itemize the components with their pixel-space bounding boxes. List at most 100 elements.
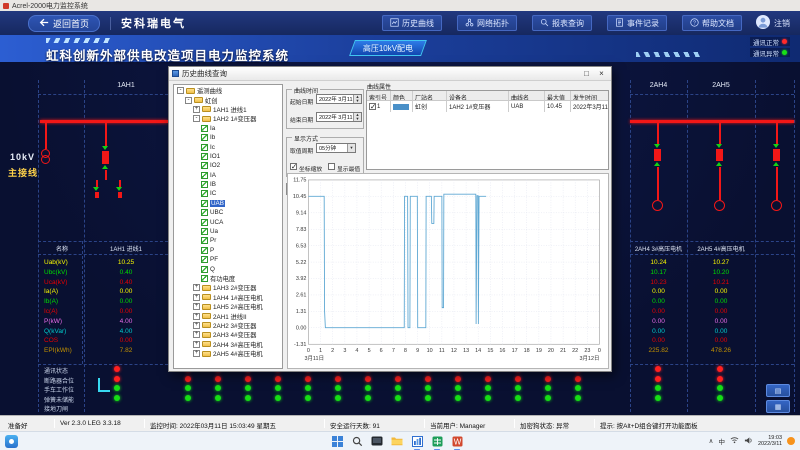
- tree-node-label[interactable]: 遥测曲线: [197, 86, 222, 95]
- tree-node[interactable]: Ia: [174, 124, 282, 133]
- tree-node-label[interactable]: IO1: [210, 153, 220, 160]
- widgets-icon[interactable]: [5, 435, 18, 448]
- tree-node[interactable]: +2AH4 3#高压电机: [174, 340, 282, 349]
- tree-node-label[interactable]: 1AH4 1#高压电机: [213, 293, 263, 302]
- tree-node[interactable]: +2AH3 4#变压器: [174, 330, 282, 339]
- tree-node[interactable]: UAB: [174, 199, 282, 208]
- back-home-button[interactable]: 返回首页: [28, 15, 100, 32]
- tree-node[interactable]: PF: [174, 255, 282, 264]
- tree-node-label[interactable]: 虹创: [205, 96, 218, 105]
- tree-node[interactable]: +2AH1 进线II: [174, 311, 282, 320]
- tree-node-label[interactable]: UAB: [210, 200, 225, 207]
- tree-node[interactable]: UBC: [174, 208, 282, 217]
- tree-node-label[interactable]: 2AH5 4#高压电机: [213, 349, 263, 358]
- tree-node-label[interactable]: IO2: [210, 162, 220, 169]
- dialog-titlebar[interactable]: 历史曲线查询 □ ×: [169, 67, 611, 81]
- start-button-icon[interactable]: [330, 434, 344, 448]
- tree-node-label[interactable]: 1AH1 进线1: [213, 105, 247, 114]
- show-extremes-checkbox[interactable]: [328, 163, 335, 170]
- tree-node[interactable]: P: [174, 246, 282, 255]
- tree-node[interactable]: +1AH5 2#高压电机: [174, 302, 282, 311]
- logout-label[interactable]: 注销: [774, 18, 790, 29]
- tree-node-label[interactable]: 1AH2 1#变压器: [213, 114, 256, 123]
- tree-node-label[interactable]: 2AH2 3#变压器: [213, 321, 256, 330]
- tree-node-label[interactable]: 1AH3 2#变压器: [213, 283, 256, 292]
- tree-node-label[interactable]: PF: [210, 256, 218, 263]
- file-explorer-icon[interactable]: [390, 434, 404, 448]
- tree-expander[interactable]: +: [193, 294, 200, 301]
- side-tool-button-1[interactable]: ▤: [766, 384, 790, 397]
- tree-node[interactable]: +1AH1 进线1: [174, 105, 282, 114]
- nav-report-query-button[interactable]: 报表查询: [532, 15, 592, 31]
- period-select[interactable]: 05分钟 ▼: [316, 143, 356, 153]
- ime-indicator[interactable]: 中: [718, 436, 725, 446]
- tree-expander[interactable]: +: [193, 322, 200, 329]
- tree-node[interactable]: Q: [174, 264, 282, 273]
- tree-node-label[interactable]: Ib: [210, 134, 215, 141]
- tree-node-label[interactable]: 2AH1 进线II: [213, 312, 247, 321]
- tree-node[interactable]: IO1: [174, 152, 282, 161]
- tree-expander[interactable]: +: [193, 313, 200, 320]
- period-dropdown-arrow[interactable]: ▼: [347, 144, 355, 152]
- notification-badge[interactable]: [787, 437, 795, 445]
- tree-expander[interactable]: +: [193, 341, 200, 348]
- side-tool-button-2[interactable]: ▦: [766, 400, 790, 413]
- taskbar-clock[interactable]: 19:03 2022/3/11: [758, 435, 782, 448]
- nav-help-docs-button[interactable]: ?帮助文档: [682, 15, 742, 31]
- tree-node[interactable]: +2AH5 4#高压电机: [174, 349, 282, 358]
- tree-node-label[interactable]: IC: [210, 190, 216, 197]
- tree-node[interactable]: Ua: [174, 227, 282, 236]
- search-icon[interactable]: [350, 434, 364, 448]
- curve-row-checkbox[interactable]: [369, 103, 376, 110]
- axis-zoom-checkbox[interactable]: [290, 163, 297, 170]
- tree-node-label[interactable]: 2AH3 4#变压器: [213, 330, 256, 339]
- tree-node[interactable]: - 1AH2 1#变压器: [174, 114, 282, 123]
- dialog-close-button[interactable]: ×: [595, 68, 608, 79]
- start-date-spinner[interactable]: ▲▼: [353, 95, 361, 103]
- tree-node[interactable]: Ib: [174, 133, 282, 142]
- tree-node-label[interactable]: Q: [210, 266, 215, 273]
- spreadsheet-app-icon[interactable]: [430, 434, 444, 448]
- tree-expander[interactable]: -: [185, 97, 192, 104]
- tree-expander[interactable]: +: [193, 106, 200, 113]
- tree-expander[interactable]: +: [193, 350, 200, 357]
- tree-node-label[interactable]: P: [210, 247, 214, 254]
- tray-chevron[interactable]: ∧: [709, 437, 714, 445]
- tree-node[interactable]: IC: [174, 189, 282, 198]
- end-date-spinner[interactable]: ▲▼: [353, 113, 361, 121]
- tree-node-label[interactable]: 1AH5 2#高压电机: [213, 302, 263, 311]
- taskview-icon[interactable]: [370, 434, 384, 448]
- tree-expander[interactable]: +: [193, 303, 200, 310]
- tree-node-label[interactable]: Ia: [210, 125, 215, 132]
- tree-node[interactable]: +1AH4 1#高压电机: [174, 293, 282, 302]
- tree-node-label[interactable]: Ua: [210, 228, 218, 235]
- tree-node[interactable]: Pr: [174, 236, 282, 245]
- tree-expander[interactable]: -: [177, 87, 184, 94]
- nav-history-curve-button[interactable]: 历史曲线: [382, 15, 442, 31]
- tree-node[interactable]: - 虹创: [174, 95, 282, 104]
- tree-node[interactable]: UCA: [174, 217, 282, 226]
- tree-node[interactable]: IO2: [174, 161, 282, 170]
- tab-hv-10kv[interactable]: 高压10kV配电: [349, 40, 427, 56]
- tree-expander[interactable]: -: [193, 115, 200, 122]
- nav-network-topology-button[interactable]: 网络拓扑: [457, 15, 517, 31]
- tree-node-label[interactable]: UBC: [210, 209, 223, 216]
- tree-node[interactable]: 有功电度: [174, 274, 282, 283]
- tree-expander[interactable]: +: [193, 331, 200, 338]
- tree-node-label[interactable]: 有功电度: [210, 274, 235, 283]
- tree-node-label[interactable]: IB: [210, 181, 216, 188]
- end-date-field[interactable]: 2022年 3月11 ▲▼: [316, 112, 362, 122]
- nav-event-log-button[interactable]: 事件记录: [607, 15, 667, 31]
- chart-app-icon[interactable]: [410, 434, 424, 448]
- tree-expander[interactable]: +: [193, 284, 200, 291]
- tree-node[interactable]: +1AH3 2#变压器: [174, 283, 282, 292]
- tree-node-label[interactable]: 2AH4 3#高压电机: [213, 340, 263, 349]
- tree-node[interactable]: Ic: [174, 142, 282, 151]
- tree-node[interactable]: - 遥测曲线: [174, 86, 282, 95]
- dialog-maximize-button[interactable]: □: [580, 68, 593, 79]
- tree-node[interactable]: +2AH2 3#变压器: [174, 321, 282, 330]
- tree-node-label[interactable]: Pr: [210, 237, 216, 244]
- volume-icon[interactable]: [744, 436, 753, 447]
- network-icon[interactable]: [730, 436, 739, 446]
- writer-app-icon[interactable]: W: [450, 434, 464, 448]
